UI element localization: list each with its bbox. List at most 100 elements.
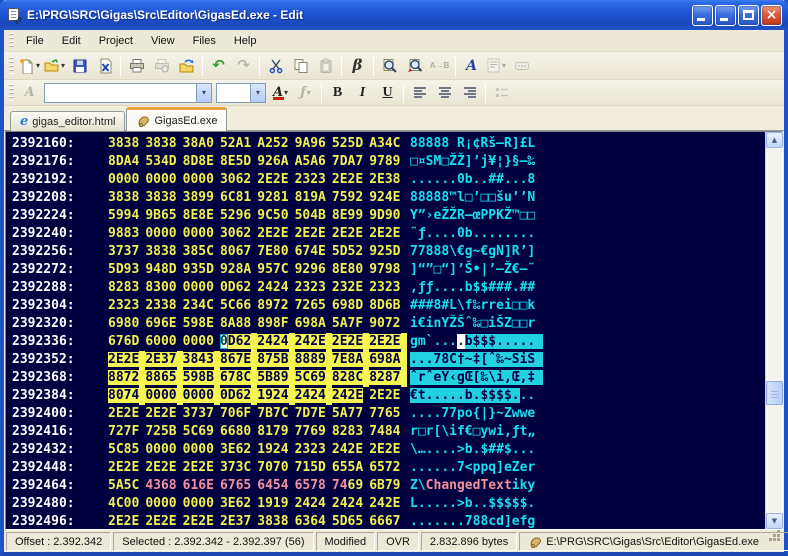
hex-group[interactable]: 9D90 bbox=[369, 208, 400, 223]
hex-group[interactable]: 2E2E bbox=[369, 442, 400, 457]
hex-group[interactable]: 1924 bbox=[257, 442, 288, 457]
hex-group[interactable]: 5C66 bbox=[220, 298, 251, 313]
hex-group[interactable]: 8889 bbox=[294, 352, 326, 367]
hex-group[interactable]: 3899 bbox=[183, 190, 214, 205]
hex-group[interactable]: 598B bbox=[182, 370, 214, 385]
bullet-list-button[interactable] bbox=[489, 81, 514, 104]
toolbar-grip[interactable] bbox=[9, 56, 14, 75]
ascii-row[interactable]: 88888™l□’□□šu’’N bbox=[410, 189, 535, 207]
ascii-row[interactable]: \…....>b.$##$... bbox=[410, 441, 535, 459]
hex-group[interactable]: 6765 bbox=[220, 478, 251, 493]
ascii-row[interactable]: ...78C†~‡[ˆ‰~ŠiŠ bbox=[410, 351, 544, 369]
menu-file[interactable]: File bbox=[17, 32, 53, 50]
fields-button[interactable] bbox=[509, 54, 534, 77]
hex-group[interactable]: 232E bbox=[332, 280, 363, 295]
app-icon[interactable] bbox=[6, 7, 23, 25]
ascii-row[interactable]: L.....>b..$$$$$. bbox=[410, 495, 535, 513]
ascii-row[interactable]: ###8#L\f‰rrei□□k bbox=[410, 297, 535, 315]
hex-group[interactable]: 8287 bbox=[369, 370, 401, 385]
beta-button[interactable]: β bbox=[345, 54, 370, 77]
hex-group[interactable]: 5C69 bbox=[183, 424, 214, 439]
hex-group[interactable]: 2E2E bbox=[369, 388, 400, 403]
undo-button[interactable]: ↶ bbox=[206, 54, 231, 77]
hex-group[interactable]: 2E2E bbox=[145, 406, 176, 421]
vertical-scrollbar[interactable]: ▲ ▼ bbox=[765, 132, 783, 529]
hex-group[interactable]: 2E2E bbox=[369, 334, 401, 349]
hex-group[interactable]: 674E bbox=[295, 244, 326, 259]
hex-group[interactable]: 0000 bbox=[145, 496, 176, 511]
menu-grip[interactable] bbox=[9, 33, 14, 48]
hex-group[interactable]: 0000 bbox=[183, 280, 214, 295]
ascii-row[interactable]: Z\ChangedTextiky bbox=[410, 477, 535, 495]
hex-group[interactable]: 3838 bbox=[108, 190, 139, 205]
hex-group[interactable]: 7070 bbox=[257, 460, 288, 475]
hex-group[interactable]: 5D93 bbox=[108, 262, 139, 277]
hex-group[interactable]: 727F bbox=[108, 424, 139, 439]
hex-row[interactable]: 2392448: 2E2E 2E2E 2E2E 373C 7070 715D 655A 6572… bbox=[12, 459, 765, 477]
hex-group[interactable]: 5A7F bbox=[332, 316, 363, 331]
hex-group[interactable]: 926A bbox=[257, 154, 288, 169]
hex-group[interactable]: 2323 bbox=[295, 172, 326, 187]
hex-group[interactable]: 9C50 bbox=[257, 208, 288, 223]
hex-group[interactable]: 2E2E bbox=[295, 226, 326, 241]
ascii-row[interactable]: □¤SM□ŽŽ]’j¥¦}§—‰ bbox=[410, 153, 535, 171]
hex-group[interactable]: 3737 bbox=[183, 406, 214, 421]
hex-group[interactable]: 3838 bbox=[108, 136, 139, 151]
hex-group[interactable]: 0000 bbox=[183, 226, 214, 241]
hex-group[interactable]: 9072 bbox=[369, 316, 400, 331]
hex-group[interactable]: 8A88 bbox=[220, 316, 251, 331]
hex-group[interactable]: 525D bbox=[332, 136, 363, 151]
hex-group[interactable]: 7E8A bbox=[331, 352, 364, 367]
hex-group[interactable]: 9883 bbox=[108, 226, 139, 241]
hex-group[interactable]: 2E2E bbox=[332, 226, 363, 241]
hex-group[interactable]: 678C bbox=[219, 370, 252, 385]
ascii-row[interactable]: ˆrˆeY‹gŒ[‰\i‚Œ‚‡ bbox=[410, 369, 544, 387]
hex-group[interactable]: 5C69 bbox=[294, 370, 326, 385]
hex-group[interactable]: 8D8E bbox=[183, 154, 214, 169]
hex-group[interactable]: 2424 bbox=[294, 388, 326, 403]
minimize-secondary-button[interactable] bbox=[715, 4, 736, 26]
hex-group[interactable]: 52A1 bbox=[220, 136, 251, 151]
open-file-button[interactable]: ▾ bbox=[42, 54, 67, 77]
hex-group[interactable]: 7484 bbox=[369, 424, 400, 439]
hex-group[interactable]: 867E bbox=[219, 352, 252, 367]
hex-group[interactable]: 3838 bbox=[145, 136, 176, 151]
hex-group[interactable]: 2E2E bbox=[108, 460, 139, 475]
hex-group[interactable]: 242E bbox=[294, 334, 326, 349]
tab-gigas-editor-html[interactable]: e gigas_editor.html bbox=[10, 111, 126, 131]
script-button[interactable]: ƒ ▾ bbox=[293, 81, 318, 104]
hex-group[interactable]: 3062 bbox=[220, 226, 251, 241]
find-button[interactable] bbox=[377, 54, 402, 77]
hex-group[interactable]: 875B bbox=[257, 352, 289, 367]
hex-group[interactable]: 2323 bbox=[295, 442, 326, 457]
menu-edit[interactable]: Edit bbox=[53, 32, 90, 50]
hex-group[interactable]: 5A77 bbox=[332, 406, 363, 421]
scroll-up-button[interactable]: ▲ bbox=[766, 132, 783, 148]
ascii-row[interactable]: gm`....b$$$..... bbox=[410, 333, 544, 351]
hex-row[interactable]: 2392400: 2E2E 2E2E 3737 706F 7B7C 7D7E 5A77 7765… bbox=[12, 405, 765, 423]
hex-group[interactable]: 5296 bbox=[220, 208, 251, 223]
hex-group[interactable]: 8179 bbox=[257, 424, 288, 439]
hex-row[interactable]: 2392176: 8DA4 534D 8D8E 8E5D 926A A5A6 7DA7 9789… bbox=[12, 153, 765, 171]
hex-group[interactable]: 2E2E bbox=[145, 460, 176, 475]
hex-row[interactable]: 2392480: 4C00 0000 0000 3E62 1919 2424 2424 242E… bbox=[12, 495, 765, 513]
hex-group[interactable]: 8067 bbox=[220, 244, 251, 259]
hex-group[interactable]: 5B89 bbox=[257, 370, 289, 385]
hex-group[interactable]: 7592 bbox=[332, 190, 363, 205]
scroll-down-button[interactable]: ▼ bbox=[766, 513, 783, 529]
ascii-row[interactable]: .......788cd]efg bbox=[410, 513, 535, 529]
hex-group[interactable]: 0000 bbox=[145, 226, 176, 241]
hex-row[interactable]: 2392240: 9883 0000 0000 3062 2E2E 2E2E 2E2E 2E2E… bbox=[12, 225, 765, 243]
hex-group[interactable]: 698A bbox=[295, 316, 326, 331]
hex-group[interactable]: 8283 bbox=[108, 280, 139, 295]
hex-row[interactable]: 2392288: 8283 8300 0000 0D62 2424 2323 232E 2323… bbox=[12, 279, 765, 297]
close-button[interactable]: × bbox=[761, 4, 782, 26]
hex-group[interactable]: 6667 bbox=[369, 514, 400, 529]
hex-group[interactable]: 9296 bbox=[295, 262, 326, 277]
hex-group[interactable]: 2424 bbox=[257, 280, 288, 295]
hex-group[interactable]: 2E2E bbox=[108, 352, 140, 367]
revert-file-button[interactable] bbox=[174, 54, 199, 77]
menu-view[interactable]: View bbox=[142, 32, 184, 50]
hex-row[interactable]: 2392368: 8872 8865 598B 678C 5B89 5C69 828C 8287… bbox=[12, 369, 765, 387]
hex-group[interactable]: 3737 bbox=[108, 244, 139, 259]
